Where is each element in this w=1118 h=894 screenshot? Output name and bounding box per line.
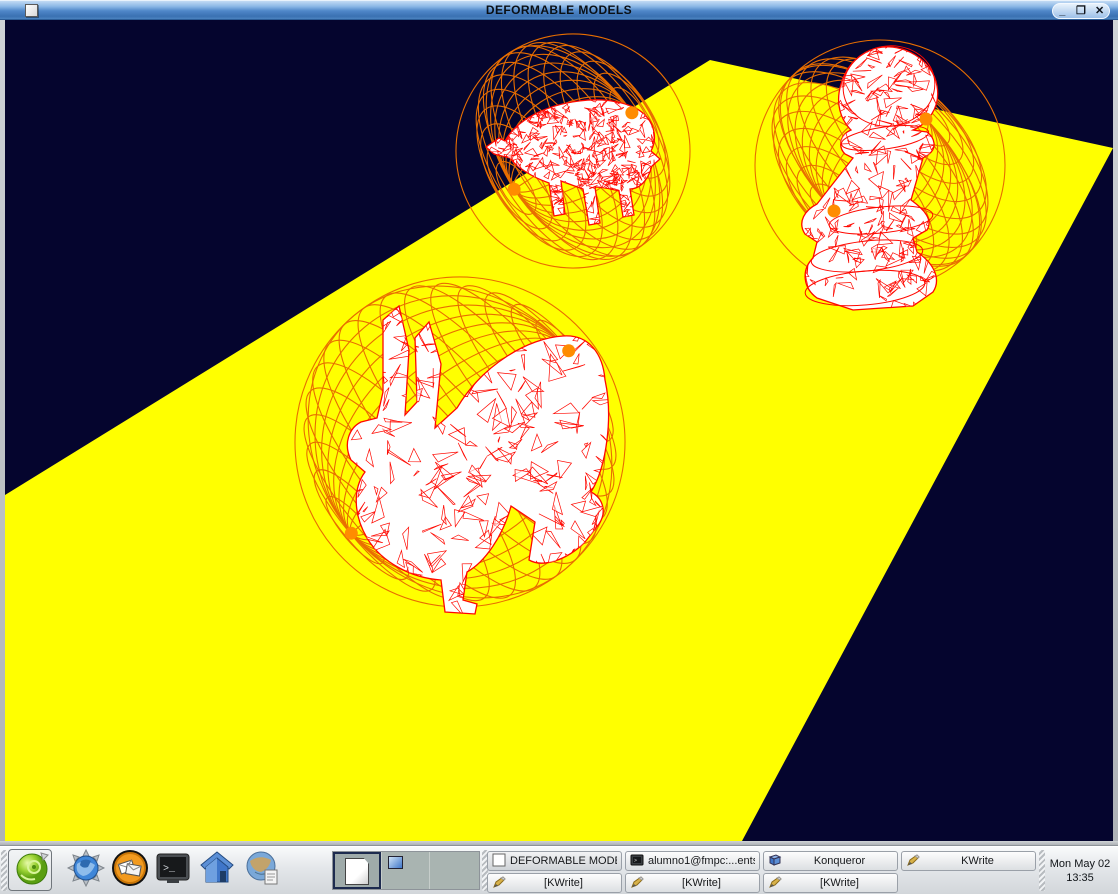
konsole-terminal-icon: >_ (154, 849, 192, 892)
pen-icon (906, 853, 920, 870)
task-button-label: Konqueror (786, 855, 893, 867)
clock-time: 13:35 (1066, 871, 1094, 885)
web-browser-launcher[interactable] (243, 850, 283, 890)
pager-desktop-1[interactable] (333, 852, 382, 889)
panel-hide-grip[interactable] (1, 850, 7, 891)
close-button[interactable]: ✕ (1093, 4, 1107, 18)
clock-applet[interactable]: Mon May 02 13:35 (1046, 849, 1114, 892)
book-icon (768, 853, 782, 870)
task-button[interactable]: [KWrite] (487, 873, 622, 893)
pen-icon (768, 875, 782, 892)
pen-icon (492, 875, 506, 892)
opengl-viewport (5, 20, 1113, 841)
task-button[interactable]: Konqueror (763, 851, 898, 871)
pager-desktop-2[interactable] (382, 852, 431, 889)
desktop-pager (332, 851, 480, 890)
svg-text:>: > (634, 858, 637, 864)
window-title: DEFORMABLE MODELS (0, 3, 1118, 17)
window-titlebar[interactable]: DEFORMABLE MODELS _ ❐ ✕ (0, 0, 1118, 20)
kontact-mail-icon (110, 848, 150, 893)
task-button-label: [KWrite] (786, 877, 893, 889)
task-button[interactable]: KWrite (901, 851, 1036, 871)
sphere-pole-dot (625, 106, 638, 119)
globe-document-icon (243, 848, 283, 893)
window-border-right[interactable] (1113, 20, 1118, 845)
minimize-button[interactable]: _ (1055, 4, 1069, 18)
home-folder-icon (198, 849, 236, 892)
taskbar: >_ DEFORMABLE MODELS > alumno1@fmpc:...ent… (0, 845, 1118, 894)
app-window: DEFORMABLE MODELS _ ❐ ✕ (0, 0, 1118, 845)
konqueror-globe-icon (67, 849, 105, 892)
task-button-label: [KWrite] (510, 877, 617, 889)
task-button-label: [KWrite] (648, 877, 755, 889)
task-button[interactable]: > alumno1@fmpc:...ents/O (625, 851, 760, 871)
pager-document-icon (345, 858, 369, 885)
sphere-pole-dot (562, 344, 575, 357)
task-button-area: DEFORMABLE MODELS > alumno1@fmpc:...ents/O… (487, 846, 1039, 894)
desktop-screen: DEFORMABLE MODELS _ ❐ ✕ >_ DEFORMABLE MO… (0, 0, 1118, 894)
taskbar-grip-right[interactable] (1039, 850, 1045, 891)
task-button[interactable]: [KWrite] (625, 873, 760, 893)
sphere-pole-dot (345, 527, 358, 540)
svg-text:>_: >_ (163, 864, 176, 875)
pager-window-icon (388, 856, 403, 869)
sphere-pole-dot (508, 183, 521, 196)
clock-date: Mon May 02 (1050, 857, 1111, 871)
sphere-pole-dot (919, 113, 932, 126)
task-button-label: KWrite (924, 855, 1031, 867)
konqueror-launcher[interactable] (66, 850, 106, 890)
kmenu-launcher[interactable] (12, 850, 52, 890)
suse-geeko-icon (13, 849, 51, 892)
task-button-label: alumno1@fmpc:...ents/O (648, 855, 755, 867)
terminal-icon: > (630, 853, 644, 870)
pen-icon (630, 875, 644, 892)
task-button-label: DEFORMABLE MODELS (510, 855, 617, 867)
window-icon (492, 853, 506, 870)
task-button[interactable]: [KWrite] (763, 873, 898, 893)
home-launcher[interactable] (197, 850, 237, 890)
window-controls: _ ❐ ✕ (1052, 3, 1110, 19)
konsole-launcher[interactable]: >_ (153, 850, 193, 890)
task-button[interactable]: DEFORMABLE MODELS (487, 851, 622, 871)
sphere-pole-dot (828, 204, 841, 217)
kontact-launcher[interactable] (110, 850, 150, 890)
pager-desktop-3[interactable] (430, 852, 479, 889)
maximize-button[interactable]: ❐ (1074, 4, 1088, 18)
